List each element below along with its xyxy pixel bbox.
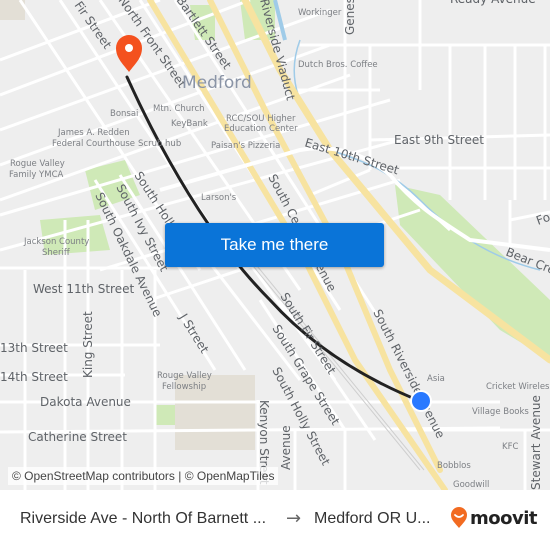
map[interactable]: Fir Street North Front Street Bartlett S… (0, 0, 550, 490)
moovit-wordmark: moovit (470, 507, 538, 529)
poi-village-books: Village Books (472, 407, 529, 417)
park-small (155, 405, 175, 425)
street-label-13th: 13th Street (0, 341, 68, 355)
street-label-east-9th: East 9th Street (394, 133, 484, 147)
poi-scrub-hub: Scrub hub (138, 139, 181, 149)
poi-mtn-church: Mtn. Church (153, 104, 205, 114)
poi-sheriff-2: Sheriff (42, 248, 71, 258)
poi-courthouse-2: Federal Courthouse (52, 139, 135, 149)
origin-location-icon[interactable] (410, 390, 432, 412)
poi-dutch-bros: Dutch Bros. Coffee (298, 60, 378, 70)
street-label-art-avenue: Stewart Avenue (529, 395, 543, 490)
street-label-14th: 14th Street (0, 370, 68, 384)
map-attribution: © OpenStreetMap contributors | © OpenMap… (8, 467, 279, 485)
poi-keybank: KeyBank (171, 119, 208, 129)
poi-larsons: Larson's (201, 193, 237, 203)
poi-bonsai: Bonsai (110, 109, 138, 119)
poi-workinger: Workinger (298, 8, 342, 18)
street-label-j: J Street (176, 310, 212, 356)
street-label-dakota: Dakota Avenue (40, 395, 131, 409)
poi-kfc: KFC (502, 442, 518, 452)
destination-name: Medford OR U... (314, 510, 431, 527)
street-label-catherine: Catherine Street (28, 430, 127, 444)
street-label-genesee: Genesee (343, 0, 357, 35)
poi-courthouse-1: James A. Redden (57, 128, 130, 138)
arrow-right-icon: → (286, 508, 302, 529)
poi-rcc-2: Education Center (224, 124, 298, 134)
poi-ymca-1: Rogue Valley (10, 159, 65, 169)
take-me-there-button[interactable]: Take me there (165, 223, 384, 267)
street-label-west-11th: West 11th Street (33, 282, 134, 296)
poi-paisans: Paisan's Pizzeria (211, 141, 280, 151)
poi-asia: Asia (427, 374, 445, 384)
poi-sheriff-1: Jackson County (23, 237, 89, 247)
footer-bar: Riverside Ave - North Of Barnett ... → M… (0, 490, 550, 550)
poi-fellowship-2: Fellowship (162, 382, 206, 392)
destination-pin-icon[interactable] (116, 35, 142, 72)
poi-rcc-1: RCC/SOU Higher (226, 114, 296, 124)
moovit-pin-icon (451, 507, 467, 528)
street-label-avenue: Avenue (279, 425, 293, 470)
origin-stop-name: Riverside Ave - North Of Barnett ... (20, 510, 267, 527)
poi-cricket: Cricket Wireless (486, 382, 550, 392)
street-label-ready: Ready Avenue (450, 0, 536, 6)
poi-ymca-2: Family YMCA (9, 170, 64, 180)
poi-goodwill: Goodwill (453, 480, 489, 490)
poi-bobblos: Bobblos (437, 461, 471, 471)
street-label-king: King Street (81, 311, 95, 378)
poi-fellowship-1: Rouge Valley (157, 371, 212, 381)
street-label-fo: Fo (534, 210, 550, 228)
moovit-logo[interactable]: moovit (450, 506, 538, 530)
city-label: Medford (182, 73, 252, 93)
